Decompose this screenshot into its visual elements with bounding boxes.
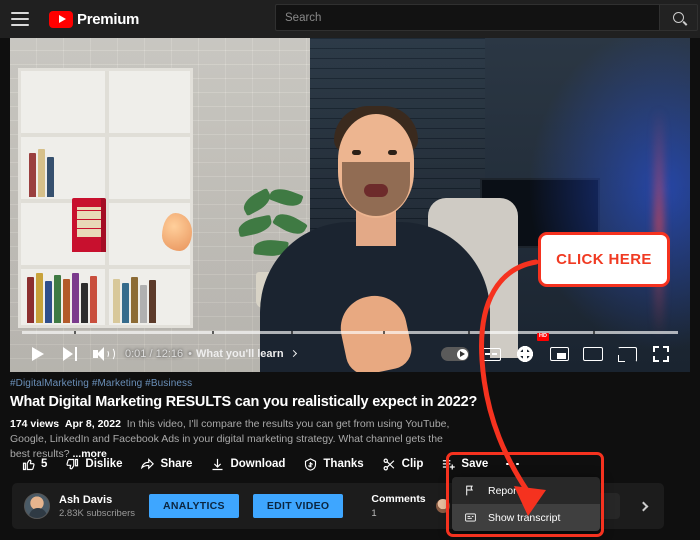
like-count: 5 bbox=[41, 458, 47, 470]
clip-label: Clip bbox=[402, 458, 424, 470]
closed-captions-icon bbox=[482, 348, 501, 361]
download-icon bbox=[210, 457, 225, 472]
chapter-label: What you'll learn bbox=[196, 348, 284, 360]
miniplayer-icon bbox=[550, 347, 569, 361]
comments-summary[interactable]: Comments 1 bbox=[371, 493, 425, 519]
channel-name[interactable]: Ash Davis bbox=[59, 494, 135, 506]
analytics-button[interactable]: ANALYTICS bbox=[149, 494, 239, 518]
settings-button[interactable]: HD bbox=[508, 338, 542, 370]
search-icon bbox=[673, 12, 684, 23]
comments-label: Comments bbox=[371, 493, 425, 505]
red-accent-light bbox=[654, 108, 664, 338]
youtube-video-page: Premium bbox=[0, 0, 700, 540]
page-title: What Digital Marketing RESULTS can you r… bbox=[10, 394, 690, 410]
chevron-right-icon bbox=[290, 350, 297, 357]
play-button[interactable] bbox=[22, 338, 54, 370]
channel-text: Ash Davis 2.83K subscribers bbox=[59, 494, 135, 519]
youtube-logo-icon bbox=[49, 11, 73, 28]
settings-gear-icon bbox=[517, 346, 533, 362]
thanks-button[interactable]: Thanks bbox=[294, 452, 372, 476]
youtube-premium-logo[interactable]: Premium bbox=[49, 11, 139, 28]
play-icon bbox=[32, 347, 44, 361]
next-video-button[interactable] bbox=[54, 338, 86, 370]
search-button[interactable] bbox=[660, 4, 698, 31]
miniplayer-button[interactable] bbox=[542, 338, 576, 370]
quality-badge: HD bbox=[537, 333, 549, 341]
clip-button[interactable]: Clip bbox=[373, 452, 433, 476]
download-button[interactable]: Download bbox=[201, 452, 294, 476]
cast-button[interactable] bbox=[610, 338, 644, 370]
brand-label: Premium bbox=[77, 11, 139, 28]
expand-comments-button[interactable] bbox=[628, 491, 658, 521]
channel-avatar[interactable] bbox=[24, 493, 50, 519]
view-count: 174 views bbox=[10, 418, 59, 430]
download-label: Download bbox=[230, 458, 285, 470]
time-separator: • bbox=[188, 348, 192, 360]
next-video-icon bbox=[63, 347, 77, 361]
autoplay-toggle[interactable] bbox=[436, 338, 474, 370]
hashtags[interactable]: #DigitalMarketing #Marketing #Business bbox=[10, 378, 690, 389]
fullscreen-button[interactable] bbox=[644, 338, 678, 370]
share-button[interactable]: Share bbox=[131, 452, 201, 476]
video-metadata: #DigitalMarketing #Marketing #Business W… bbox=[10, 378, 690, 463]
hamburger-icon[interactable] bbox=[11, 12, 31, 26]
autoplay-toggle-icon bbox=[441, 347, 469, 361]
thanks-dollar-icon bbox=[303, 457, 318, 472]
annotation-highlight-box bbox=[446, 452, 604, 537]
share-label: Share bbox=[160, 458, 192, 470]
click-here-callout: CLICK HERE bbox=[538, 232, 670, 287]
theater-mode-icon bbox=[583, 347, 603, 361]
dislike-button[interactable]: Dislike bbox=[56, 452, 131, 476]
like-button[interactable]: 5 bbox=[12, 452, 56, 476]
fullscreen-icon bbox=[653, 346, 669, 362]
player-controls: 0:01 / 12:16 • What you'll learn HD bbox=[10, 336, 690, 372]
search-input[interactable] bbox=[275, 4, 660, 31]
time-display: 0:01 / 12:16 bbox=[125, 348, 183, 360]
share-icon bbox=[140, 457, 155, 472]
subscriber-count: 2.83K subscribers bbox=[59, 508, 135, 519]
salt-lamp-decor bbox=[162, 213, 192, 251]
video-player[interactable]: 0:01 / 12:16 • What you'll learn HD bbox=[10, 38, 690, 372]
player-controls-right: HD bbox=[436, 338, 678, 370]
scissors-icon bbox=[382, 457, 397, 472]
volume-icon bbox=[93, 347, 111, 361]
edit-video-button[interactable]: EDIT VIDEO bbox=[253, 494, 344, 518]
thanks-label: Thanks bbox=[323, 458, 363, 470]
search-area bbox=[275, 4, 698, 31]
chapter-button[interactable]: What you'll learn bbox=[196, 348, 296, 360]
top-header-bar: Premium bbox=[0, 0, 700, 38]
video-frame bbox=[10, 38, 690, 372]
cast-icon bbox=[618, 347, 637, 362]
volume-button[interactable] bbox=[86, 338, 118, 370]
chevron-right-icon bbox=[638, 501, 648, 511]
captions-button[interactable] bbox=[474, 338, 508, 370]
click-here-label: CLICK HERE bbox=[556, 251, 652, 268]
dislike-label: Dislike bbox=[85, 458, 122, 470]
theater-mode-button[interactable] bbox=[576, 338, 610, 370]
comments-count: 1 bbox=[371, 508, 425, 519]
thumbs-up-icon bbox=[21, 457, 36, 472]
red-phone-box-decor bbox=[72, 198, 106, 252]
thumbs-down-icon bbox=[65, 457, 80, 472]
publish-date: Apr 8, 2022 bbox=[65, 418, 121, 430]
